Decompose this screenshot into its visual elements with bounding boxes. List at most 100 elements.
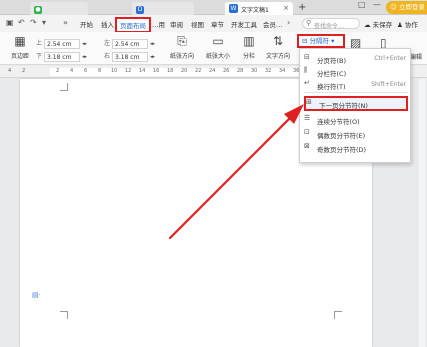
margin-right-field[interactable]: 右 3.18 cm ◂▸ bbox=[104, 51, 166, 62]
columns-icon: ▥ bbox=[243, 34, 255, 48]
new-tab-button[interactable]: + bbox=[298, 2, 306, 13]
close-tab-icon[interactable]: × bbox=[283, 4, 289, 12]
odd-page-section-icon: ⊠ bbox=[304, 142, 310, 150]
undo-icon[interactable]: ↶ bbox=[18, 18, 25, 27]
text-direction-button[interactable]: ⇅ 文字方向 bbox=[262, 34, 294, 60]
search-placeholder: 查找命令… bbox=[314, 22, 345, 30]
paper-size-button[interactable]: ▭ 纸张大小 bbox=[202, 34, 234, 60]
ruler-tick: 24 bbox=[209, 68, 216, 74]
tab-template[interactable]: D bbox=[132, 2, 194, 15]
minimize-window-icon[interactable]: — bbox=[373, 0, 381, 9]
ruler-tick: 20 bbox=[181, 68, 188, 74]
save-icon[interactable]: ▣ bbox=[6, 18, 14, 27]
columns-button[interactable]: ▥ 分栏 bbox=[238, 34, 260, 60]
margin-right-icon: 右 bbox=[104, 53, 111, 60]
margin-corner-top-left bbox=[60, 83, 68, 91]
ruler-tick: 16 bbox=[153, 68, 160, 74]
cloud-icon: ☁ bbox=[364, 21, 371, 29]
ruler-tick: 32 bbox=[265, 68, 272, 74]
ruler-tick: 30 bbox=[251, 68, 258, 74]
login-label: 立即登录 bbox=[398, 3, 425, 11]
menu-item-next-page-section[interactable]: ⊞ 下一页分节符(N) bbox=[304, 96, 408, 111]
break-button-label: 分隔符 bbox=[309, 37, 330, 45]
margin-bottom-field[interactable]: 下 3.18 cm ◂▸ bbox=[36, 51, 98, 62]
menu-item-odd-page-section[interactable]: ⊠ 奇数页分节符(D) bbox=[304, 142, 408, 155]
title-tab-bar: ● D W 文字文稿1 × + □ — ☺ 立即登录 bbox=[0, 0, 427, 15]
people-icon: ♟ bbox=[397, 21, 403, 29]
orientation-label: 纸张方向 bbox=[169, 53, 194, 60]
ruler-tick: 2 bbox=[22, 68, 26, 74]
ruler-tick: 10 bbox=[111, 68, 118, 74]
menu-item-line-break[interactable]: ↵ 换行符(T) Shift+Enter bbox=[304, 79, 408, 92]
collaborate-button[interactable]: ♟ 协作 bbox=[397, 19, 418, 29]
redo-icon[interactable]: ↷ bbox=[30, 18, 37, 27]
ruler-tick: 22 bbox=[195, 68, 202, 74]
ruler-tick: 2 bbox=[56, 68, 60, 74]
continuous-section-icon: ☰ bbox=[304, 114, 311, 122]
menu-view[interactable]: 视图 bbox=[191, 19, 204, 29]
chevron-right-icon[interactable]: › bbox=[287, 18, 290, 27]
restore-window-icon[interactable]: □ bbox=[358, 0, 366, 9]
menu-bar: ▣ ↶ ↷ ▾ » 开始 插入 页面布局 …用 审阅 视图 章节 开发工具 会员… bbox=[0, 15, 427, 33]
chevron-down-icon: ▾ bbox=[331, 37, 335, 45]
menu-item-page-break[interactable]: ⊟ 分页符(B) Ctrl+Enter bbox=[304, 53, 408, 66]
search-icon: ⚲ bbox=[306, 19, 312, 27]
menu-reference[interactable]: …用 bbox=[152, 19, 165, 29]
paper-size-icon: ▭ bbox=[212, 34, 224, 48]
menu-item-column-break[interactable]: ⫼ 分栏符(C) bbox=[304, 66, 408, 79]
margin-bottom-icon: 下 bbox=[36, 53, 43, 60]
menu-review[interactable]: 审阅 bbox=[170, 19, 183, 29]
ruler-tick: 34 bbox=[279, 68, 286, 74]
document-tab-label: 文字文稿1 bbox=[241, 7, 269, 14]
menu-developer[interactable]: 开发工具 bbox=[231, 19, 257, 29]
break-dropdown-button[interactable]: ⊟ 分隔符 ▾ bbox=[297, 34, 345, 48]
unsaved-status[interactable]: ☁ 未保存 bbox=[364, 19, 392, 29]
text-direction-label: 文字方向 bbox=[265, 53, 290, 60]
page-margin-button[interactable]: ▦ 页边距 bbox=[6, 34, 34, 60]
user-icon: ☺ bbox=[390, 3, 397, 11]
more-icon[interactable]: » bbox=[63, 18, 68, 27]
margin-left-field[interactable]: 左 2.54 cm ◂▸ bbox=[104, 38, 166, 49]
ruler-tick: 26 bbox=[223, 68, 230, 74]
tab-document[interactable]: W 文字文稿1 × bbox=[225, 2, 293, 15]
line-break-icon: ↵ bbox=[304, 79, 310, 87]
orientation-icon: ⎘ bbox=[177, 34, 187, 48]
margin-corner-bottom-right bbox=[334, 311, 342, 319]
ruler-tick: 4 bbox=[8, 68, 12, 74]
margin-left-icon: 左 bbox=[104, 40, 111, 47]
menu-item-continuous-section[interactable]: ☰ 连续分节符(O) bbox=[304, 114, 408, 127]
menu-home[interactable]: 开始 bbox=[80, 19, 93, 29]
margin-corner-bottom-left bbox=[60, 311, 68, 319]
ruler-tick: 6 bbox=[84, 68, 88, 74]
menu-member[interactable]: 会员… bbox=[263, 19, 283, 29]
columns-label: 分栏 bbox=[242, 53, 255, 60]
menu-page-layout[interactable]: 页面布局 bbox=[115, 17, 151, 33]
break-icon: ⊟ bbox=[302, 37, 308, 45]
ruler-tick: 14 bbox=[139, 68, 146, 74]
writer-icon: W bbox=[229, 4, 238, 13]
search-command-input[interactable]: ⚲ 查找命令… bbox=[302, 18, 360, 30]
break-dropdown-menu: ⊟ 分页符(B) Ctrl+Enter ⫼ 分栏符(C) ↵ 换行符(T) Sh… bbox=[299, 48, 411, 163]
docer-icon: D bbox=[136, 6, 144, 14]
ruler-tick: 12 bbox=[125, 68, 132, 74]
margin-top-icon: 上 bbox=[36, 40, 43, 47]
menu-insert[interactable]: 插入 bbox=[101, 19, 114, 29]
next-page-section-icon: ⊞ bbox=[306, 98, 312, 106]
ruler-tick: 28 bbox=[237, 68, 244, 74]
ruler-tick: 4 bbox=[70, 68, 74, 74]
dropdown-icon[interactable]: ▾ bbox=[42, 18, 46, 27]
tab-wps-home[interactable]: ● bbox=[30, 2, 88, 15]
column-break-icon: ⫼ bbox=[304, 66, 308, 74]
menu-item-even-page-section[interactable]: ⊡ 偶数页分节符(E) bbox=[304, 128, 408, 141]
paragraph-mark-icon: ▤· bbox=[32, 291, 41, 299]
ruler-tick: 8 bbox=[98, 68, 102, 74]
margin-icon: ▦ bbox=[14, 34, 26, 48]
page-break-icon: ⊟ bbox=[304, 53, 310, 61]
edit-label[interactable]: 编辑 bbox=[410, 52, 422, 61]
orientation-button[interactable]: ⎘ 纸张方向 bbox=[166, 34, 198, 60]
margin-top-field[interactable]: 上 2.54 cm ◂▸ bbox=[36, 38, 98, 49]
text-direction-icon: ⇅ bbox=[272, 34, 284, 48]
menu-section[interactable]: 章节 bbox=[211, 19, 224, 29]
vertical-scrollbar[interactable] bbox=[419, 79, 425, 347]
login-button[interactable]: ☺ 立即登录 bbox=[386, 1, 427, 14]
